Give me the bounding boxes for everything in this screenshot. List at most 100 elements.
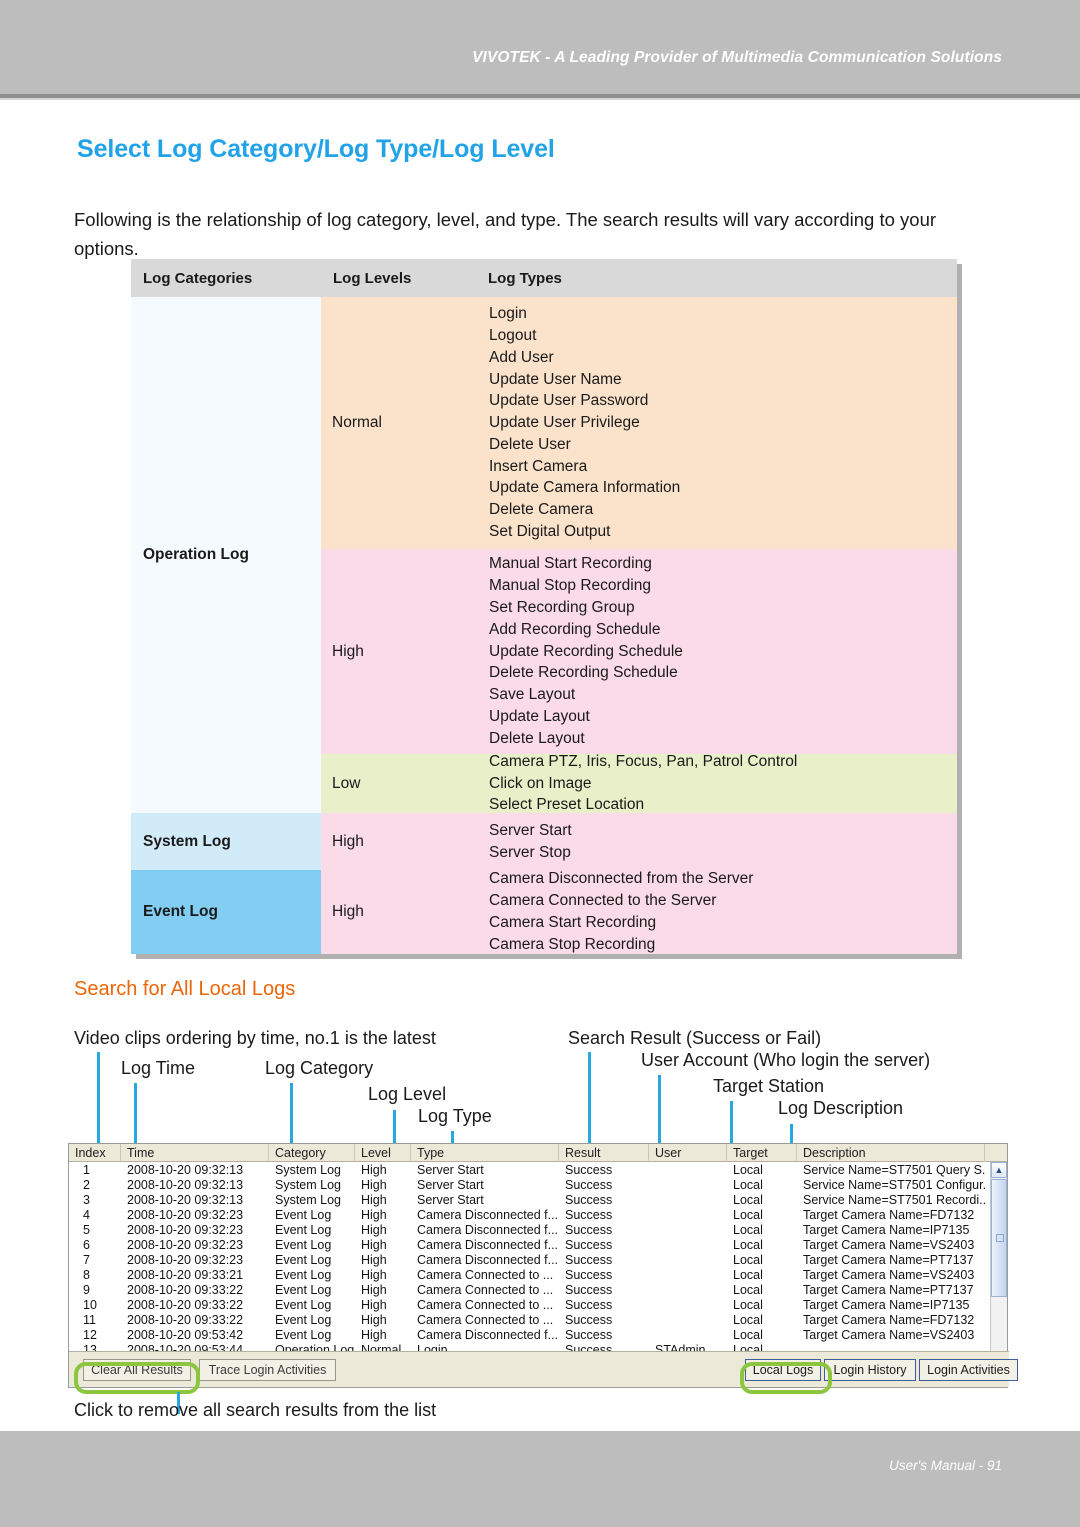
log-categories-column: Operation Log System Log Event Log (131, 297, 321, 954)
cell-category: System Log (275, 1192, 342, 1207)
cell-type: Camera Disconnected f... (417, 1237, 559, 1252)
log-type-item: Update User Privilege (489, 414, 640, 432)
cell-category: Event Log (275, 1207, 332, 1222)
table-row[interactable]: 6 2008-10-20 09:32:23 Event Log High Cam… (69, 1237, 1007, 1252)
callout-line-result (588, 1052, 591, 1144)
cell-type: Camera Disconnected f... (417, 1252, 559, 1267)
column-header-log-levels: Log Levels (333, 269, 412, 287)
cell-index: 9 (83, 1282, 90, 1297)
table-row[interactable]: 9 2008-10-20 09:33:22 Event Log High Cam… (69, 1282, 1007, 1297)
log-results-window: Index Time Category Level Type Result Us… (68, 1143, 1018, 1388)
table-row[interactable]: 11 2008-10-20 09:33:22 Event Log High Ca… (69, 1312, 1007, 1327)
header-divider-light (0, 98, 1080, 100)
log-type-item: Server Start (489, 821, 572, 839)
cell-description: Service Name=ST7501 Recordi... (803, 1192, 985, 1207)
login-activities-button[interactable]: Login Activities (919, 1359, 1018, 1381)
log-type-item: Set Digital Output (489, 523, 611, 541)
log-type-item: Add Recording Schedule (489, 620, 661, 638)
log-col-header-result[interactable]: Result (559, 1144, 649, 1162)
trace-login-activities-button[interactable]: Trace Login Activities (199, 1359, 336, 1381)
log-col-header-level[interactable]: Level (355, 1144, 411, 1162)
cell-time: 2008-10-20 09:32:13 (127, 1162, 244, 1177)
callout-search-result: Search Result (Success or Fail) (568, 1028, 822, 1048)
cell-time: 2008-10-20 09:32:23 (127, 1207, 244, 1222)
cell-index: 3 (83, 1192, 90, 1207)
cell-time: 2008-10-20 09:33:22 (127, 1312, 244, 1327)
column-header-log-types: Log Types (488, 269, 562, 287)
table-row[interactable]: 10 2008-10-20 09:33:22 Event Log High Ca… (69, 1297, 1007, 1312)
log-type-item: Login (489, 305, 527, 323)
relationship-table: Log Categories Log Levels Log Types Oper… (131, 259, 957, 954)
table-row[interactable]: 5 2008-10-20 09:32:23 Event Log High Cam… (69, 1222, 1007, 1237)
log-type-item: Delete Layout (489, 729, 585, 747)
relationship-table-body: Operation Log System Log Event Log Norma… (131, 297, 957, 954)
cell-level: High (361, 1162, 387, 1177)
bottom-caption: Click to remove all search results from … (74, 1400, 437, 1420)
cell-target: Local (733, 1327, 763, 1342)
log-type-item: Delete User (489, 435, 571, 453)
log-col-header-description[interactable]: Description (797, 1144, 985, 1162)
cell-type: Camera Connected to ... (417, 1297, 554, 1312)
cell-category: Event Log (275, 1267, 332, 1282)
log-col-header-category[interactable]: Category (269, 1144, 355, 1162)
cell-result: Success (565, 1177, 613, 1192)
cell-target: Local (733, 1192, 763, 1207)
log-type-item: Camera Connected to the Server (489, 892, 717, 910)
cell-category: System Log (275, 1177, 342, 1192)
table-row[interactable]: 2 2008-10-20 09:32:13 System Log High Se… (69, 1177, 1007, 1192)
cell-category: Event Log (275, 1327, 332, 1342)
log-col-header-target[interactable]: Target (727, 1144, 797, 1162)
intro-paragraph: Following is the relationship of log cat… (74, 209, 937, 259)
cell-result: Success (565, 1327, 613, 1342)
level-label-low: Low (332, 774, 361, 792)
cell-index: 5 (83, 1222, 90, 1237)
log-type-item: Camera Start Recording (489, 914, 657, 931)
cell-description: Target Camera Name=IP7135 (803, 1222, 970, 1237)
log-col-header-user[interactable]: User (649, 1144, 727, 1162)
table-row[interactable]: 12 2008-10-20 09:53:42 Event Log High Ca… (69, 1327, 1007, 1342)
callout-log-description: Log Description (778, 1098, 904, 1118)
cell-result: Success (565, 1312, 613, 1327)
table-row[interactable]: 1 2008-10-20 09:32:13 System Log High Se… (69, 1162, 1007, 1177)
cell-time: 2008-10-20 09:32:23 (127, 1237, 244, 1252)
highlight-ring-local-logs (740, 1362, 832, 1394)
callout-line-time (134, 1083, 137, 1144)
log-levels-types-column: Normal Login Logout Add User Update User… (321, 297, 957, 954)
table-row[interactable]: 7 2008-10-20 09:32:23 Event Log High Cam… (69, 1252, 1007, 1267)
table-row[interactable]: 8 2008-10-20 09:33:21 Event Log High Cam… (69, 1267, 1007, 1282)
level-label-event-high: High (332, 903, 364, 920)
cell-description: Target Camera Name=VS2403 (803, 1267, 975, 1282)
scrollbar-thumb[interactable] (991, 1179, 1007, 1297)
level-label-system-high: High (332, 832, 364, 850)
log-col-header-index[interactable]: Index (69, 1144, 121, 1162)
row-event-high: High Camera Disconnected from the Server… (321, 870, 957, 954)
login-history-button[interactable]: Login History (824, 1359, 916, 1381)
cell-description: Target Camera Name=FD7132 (803, 1207, 975, 1222)
table-row[interactable]: 4 2008-10-20 09:32:23 Event Log High Cam… (69, 1207, 1007, 1222)
cell-index: 6 (83, 1237, 90, 1252)
scroll-up-icon[interactable]: ▲ (991, 1162, 1007, 1178)
cell-type: Camera Disconnected f... (417, 1327, 559, 1342)
cell-index: 4 (83, 1207, 90, 1222)
cell-category: System Log (275, 1162, 342, 1177)
log-table-header-row: Index Time Category Level Type Result Us… (69, 1144, 1007, 1162)
table-row[interactable]: 3 2008-10-20 09:32:13 System Log High Se… (69, 1192, 1007, 1207)
cell-result: Success (565, 1267, 613, 1282)
log-col-header-type[interactable]: Type (411, 1144, 559, 1162)
log-type-item: Update User Password (489, 392, 649, 410)
callout-user-account: User Account (Who login the server) (641, 1050, 931, 1070)
cell-index: 11 (83, 1312, 96, 1327)
log-col-header-time[interactable]: Time (121, 1144, 269, 1162)
log-type-item: Update User Name (489, 370, 622, 388)
cell-target: Local (733, 1237, 763, 1252)
callout-line-level (393, 1110, 396, 1144)
category-system-log: System Log (131, 813, 321, 870)
callout-log-time: Log Time (121, 1058, 196, 1078)
cell-description: Target Camera Name=FD7132 (803, 1312, 975, 1327)
log-type-item: Save Layout (489, 686, 576, 704)
callout-log-type: Log Type (418, 1106, 492, 1126)
cell-type: Camera Connected to ... (417, 1282, 554, 1297)
page-header-band (0, 0, 1080, 94)
log-type-item: Camera PTZ, Iris, Focus, Pan, Patrol Con… (489, 752, 798, 770)
cell-result: Success (565, 1252, 613, 1267)
